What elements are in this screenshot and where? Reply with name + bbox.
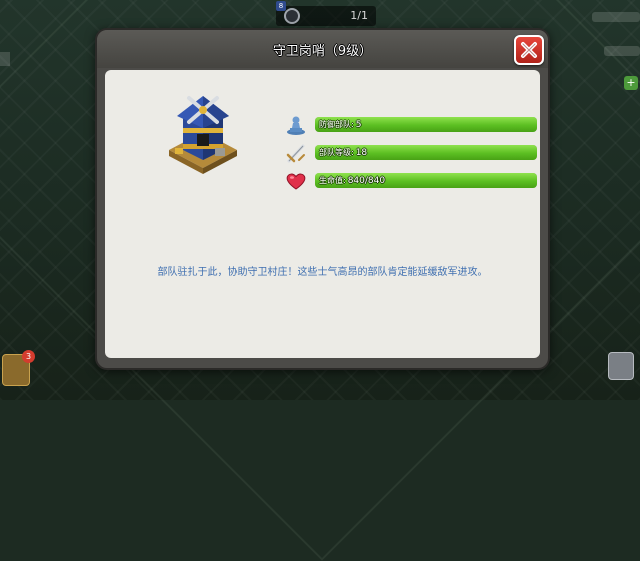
stat-label: 生命值: <box>319 176 346 185</box>
dialog-title: 守卫岗哨（9级） <box>272 44 373 59</box>
sword-icon <box>286 144 305 163</box>
notification-badge: 3 <box>22 350 35 363</box>
stat-value: 18 <box>355 148 368 158</box>
left-hud-element <box>0 52 10 66</box>
stat-value: 5 <box>355 120 362 130</box>
troop-statue-icon <box>287 116 305 135</box>
counter-level-badge: 8 <box>276 1 286 11</box>
close-icon <box>521 42 537 58</box>
add-resource-button[interactable]: + <box>624 76 638 90</box>
stat-value: 840/840 <box>347 176 386 186</box>
dialog-title-bar: 守卫岗哨（9级） <box>97 30 548 68</box>
close-button[interactable] <box>514 35 544 65</box>
resource-bar-1 <box>592 12 640 22</box>
heart-icon <box>286 173 306 190</box>
building-description: 部队驻扎于此，协助守卫村庄！这些士气高昂的部队肯定能延缓敌军进攻。 <box>157 267 488 278</box>
resource-bar-2 <box>604 46 640 56</box>
counter-value: 1/1 <box>350 9 368 22</box>
builder-icon <box>284 8 300 24</box>
dialog-content: 防御部队: 5 部队等级: 18 生命值: 840/840 部队驻扎于此，协助守… <box>105 70 540 358</box>
guard-post-icon <box>169 96 237 174</box>
info-dialog: 守卫岗哨（9级） 防御部队: 5 部队等级: 18 生命值: 840/840 部… <box>95 28 550 370</box>
guard-post-image <box>163 88 243 178</box>
layout-button[interactable] <box>608 352 634 380</box>
stat-label: 防御部队: <box>319 120 354 129</box>
top-resource-counter: 8 1/1 <box>276 1 376 26</box>
stat-label: 部队等级: <box>319 148 354 157</box>
